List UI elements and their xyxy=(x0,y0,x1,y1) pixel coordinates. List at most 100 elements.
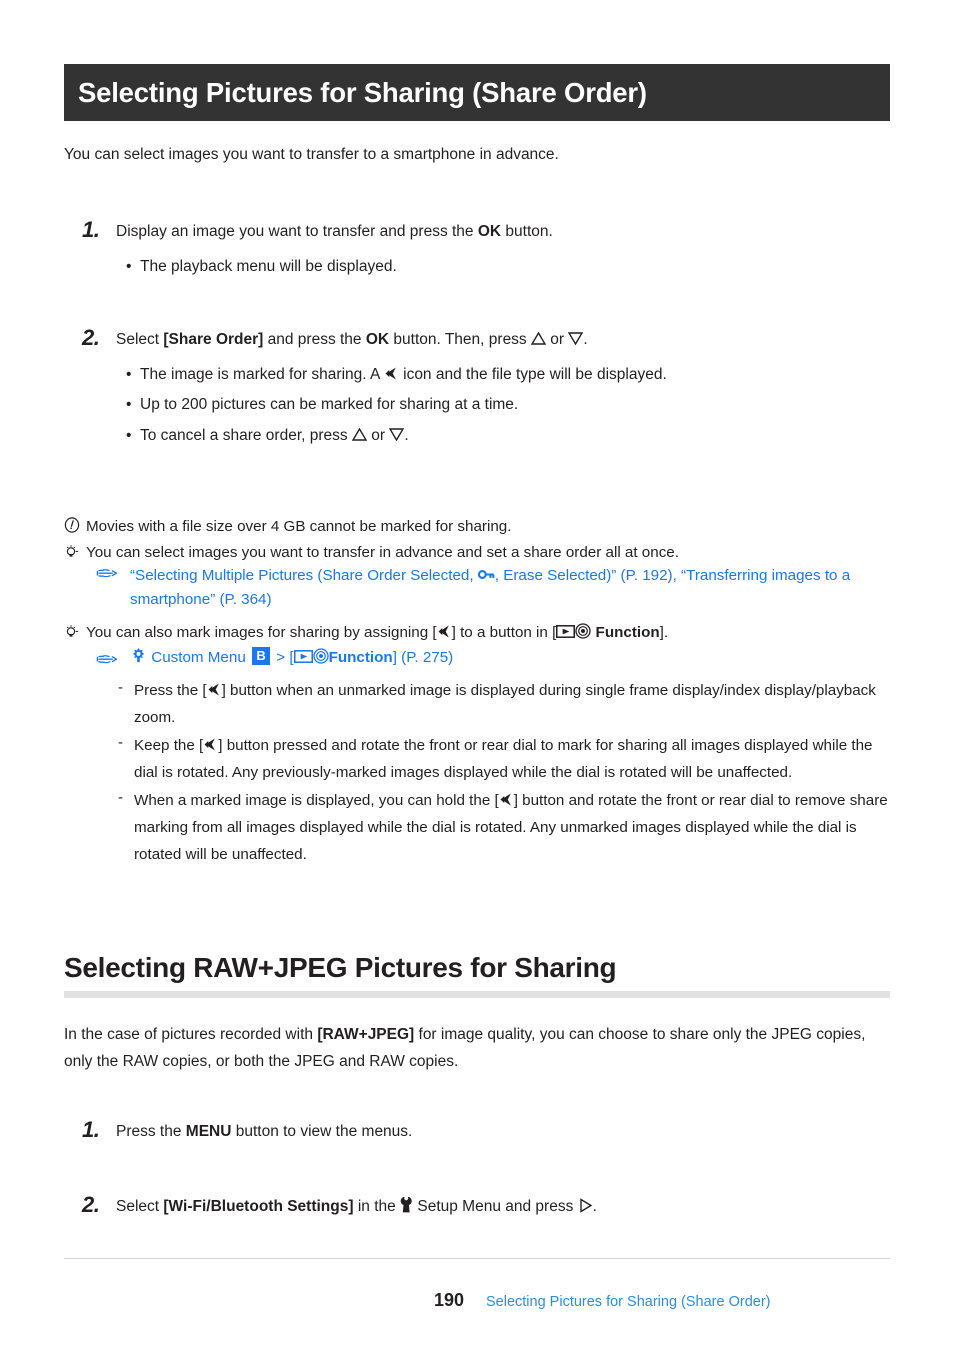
note-tip-2: You can also mark images for sharing by … xyxy=(64,621,894,870)
menu-path-line: Custom Menu B > [Function] (P. 275) xyxy=(86,644,894,673)
note-tip-1-body: You can select images you want to transf… xyxy=(86,541,894,613)
tip-2-text-b: ] to a button in [ xyxy=(451,623,557,641)
bullet-text: Up to 200 pictures can be marked for sha… xyxy=(140,396,519,414)
tip-2-text-a: You can also mark images for sharing by … xyxy=(86,623,437,641)
pointing-hand-icon xyxy=(96,565,118,589)
page-title-bar: Selecting Pictures for Sharing (Share Or… xyxy=(64,64,890,121)
share-order-label: [Share Order] xyxy=(163,331,264,348)
section-2-step-1-number: 1. xyxy=(82,1117,100,1142)
bullet-text-pre: To cancel a share order, press xyxy=(140,426,352,444)
step-2-bullets: • The image is marked for sharing. A icon… xyxy=(64,363,894,447)
dash-marker-icon: - xyxy=(118,734,123,752)
sub-item-pre: Press the [ xyxy=(134,682,207,700)
s2-step2-c: Setup Menu and press xyxy=(413,1198,578,1215)
intro-paragraph: You can select images you want to transf… xyxy=(64,146,559,163)
s2-step1-b: button to view the menus. xyxy=(231,1123,413,1140)
section-2-heading-block: Selecting RAW+JPEG Pictures for Sharing xyxy=(64,952,894,998)
list-item: - Press the [] button when an unmarked im… xyxy=(86,677,894,731)
menu-tab-badge-b: B xyxy=(252,647,271,666)
note-tip-1: You can select images you want to transf… xyxy=(64,541,894,613)
note-caution-text: Movies with a file size over 4 GB cannot… xyxy=(86,518,512,535)
bullet-text-post: . xyxy=(404,426,409,444)
step-2: 2. Select [Share Order] and press the OK… xyxy=(64,325,894,454)
list-item: - When a marked image is displayed, you c… xyxy=(86,787,894,868)
share-icon xyxy=(207,682,222,697)
custom-menu-label[interactable]: Custom Menu xyxy=(151,649,246,666)
pointing-hand-icon xyxy=(96,649,118,678)
step-2-text-c: button. Then, press xyxy=(389,331,531,348)
sub-item-pre: Keep the [ xyxy=(134,737,204,755)
function-label: Function xyxy=(591,623,660,641)
s2-step2-d: . xyxy=(592,1198,597,1215)
tip-2-sub-items: - Press the [] button when an unmarked im… xyxy=(86,677,894,868)
note-tip-1-text: You can select images you want to transf… xyxy=(86,543,679,561)
dash-marker-icon: - xyxy=(118,789,123,807)
share-icon xyxy=(437,624,452,639)
step-2-text-b: and press the xyxy=(263,331,366,348)
section-2-step-2: 2. Select [Wi-Fi/Bluetooth Settings] in … xyxy=(64,1192,894,1218)
footer: 190 Selecting Pictures for Sharing (Shar… xyxy=(64,1290,890,1311)
section-2-rule xyxy=(64,991,890,998)
raw-jpeg-label: [RAW+JPEG] xyxy=(317,1026,415,1043)
or-label: or xyxy=(366,426,390,444)
note-tip-2-text: You can also mark images for sharing by … xyxy=(86,621,894,645)
wrench-setup-icon xyxy=(400,1196,413,1213)
bullet-text: The playback menu will be displayed. xyxy=(140,258,397,276)
list-item: • To cancel a share order, press or . xyxy=(64,424,894,448)
footer-running-title[interactable]: Selecting Pictures for Sharing (Share Or… xyxy=(486,1294,771,1310)
step-2-text-a: Select xyxy=(116,331,164,348)
bullet-dot-icon: • xyxy=(126,366,132,384)
section-2-step-2-text: Select [Wi-Fi/Bluetooth Settings] in the… xyxy=(116,1193,597,1218)
step-1-bullets: • The playback menu will be displayed. xyxy=(64,255,894,279)
section-2-para-a: In the case of pictures recorded with xyxy=(64,1026,318,1043)
step-2-text: Select [Share Order] and press the OK bu… xyxy=(116,326,588,351)
section-2-step-2-number: 2. xyxy=(82,1192,100,1217)
ok-button-label: OK xyxy=(477,223,502,240)
s2-step1-a: Press the xyxy=(116,1123,186,1140)
target-icon xyxy=(575,623,591,639)
section-2-step-1-text: Press the MENU button to view the menus. xyxy=(116,1118,412,1143)
key-icon xyxy=(477,567,495,582)
share-icon xyxy=(384,366,399,381)
step-1: 1. Display an image you want to transfer… xyxy=(64,217,894,285)
section-2-step-1: 1. Press the MENU button to view the men… xyxy=(64,1117,894,1143)
step-1-text: Display an image you want to transfer an… xyxy=(116,218,553,243)
sub-item-post: ] button when an unmarked image is displ… xyxy=(134,682,876,727)
function-label[interactable]: Function xyxy=(329,649,393,666)
step-2-number: 2. xyxy=(82,325,100,350)
triangle-down-icon xyxy=(389,427,405,442)
sub-item-pre: When a marked image is displayed, you ca… xyxy=(134,792,499,810)
custom-menu-gear-icon xyxy=(130,647,147,664)
reference-line: “Selecting Multiple Pictures (Share Orde… xyxy=(86,564,894,613)
note-tip-2-body: You can also mark images for sharing by … xyxy=(86,621,894,870)
tip-2-text-c: ]. xyxy=(659,623,669,641)
note-caution: Movies with a file size over 4 GB cannot… xyxy=(64,515,894,539)
wifi-bluetooth-settings-label: [Wi-Fi/Bluetooth Settings] xyxy=(163,1198,354,1215)
target-icon xyxy=(312,648,329,664)
bullet-dot-icon: • xyxy=(126,258,132,276)
sub-item-post: ] button pressed and rotate the front or… xyxy=(134,737,873,782)
document-page: Selecting Pictures for Sharing (Share Or… xyxy=(0,0,954,1354)
page-reference[interactable]: (P. 275) xyxy=(401,649,453,666)
bullet-dot-icon: • xyxy=(126,396,132,414)
reference-link-part-a[interactable]: “Selecting Multiple Pictures (Share Orde… xyxy=(130,567,478,584)
page-title: Selecting Pictures for Sharing (Share Or… xyxy=(78,76,647,108)
dash-marker-icon: - xyxy=(118,679,123,697)
step-1-text-a: Display an image you want to transfer an… xyxy=(116,223,478,240)
triangle-up-icon xyxy=(531,331,546,346)
lightbulb-icon xyxy=(64,541,86,559)
playback-icon xyxy=(556,624,576,639)
menu-button-label: MENU xyxy=(185,1123,232,1140)
bullet-text-pre: The image is marked for sharing. A xyxy=(140,366,384,384)
bullet-text-post: icon and the file type will be displayed… xyxy=(398,366,667,384)
triangle-up-icon xyxy=(351,427,367,442)
page-number: 190 xyxy=(433,1290,464,1310)
list-item: • Up to 200 pictures can be marked for sh… xyxy=(64,393,894,417)
list-item: • The playback menu will be displayed. xyxy=(64,255,894,279)
menu-path-separator: > xyxy=(276,649,286,667)
triangle-down-icon xyxy=(568,331,584,346)
notes-block: Movies with a file size over 4 GB cannot… xyxy=(64,515,894,872)
triangle-right-icon xyxy=(578,1198,593,1213)
section-2-heading: Selecting RAW+JPEG Pictures for Sharing xyxy=(64,952,617,983)
lightbulb-icon xyxy=(64,621,86,639)
